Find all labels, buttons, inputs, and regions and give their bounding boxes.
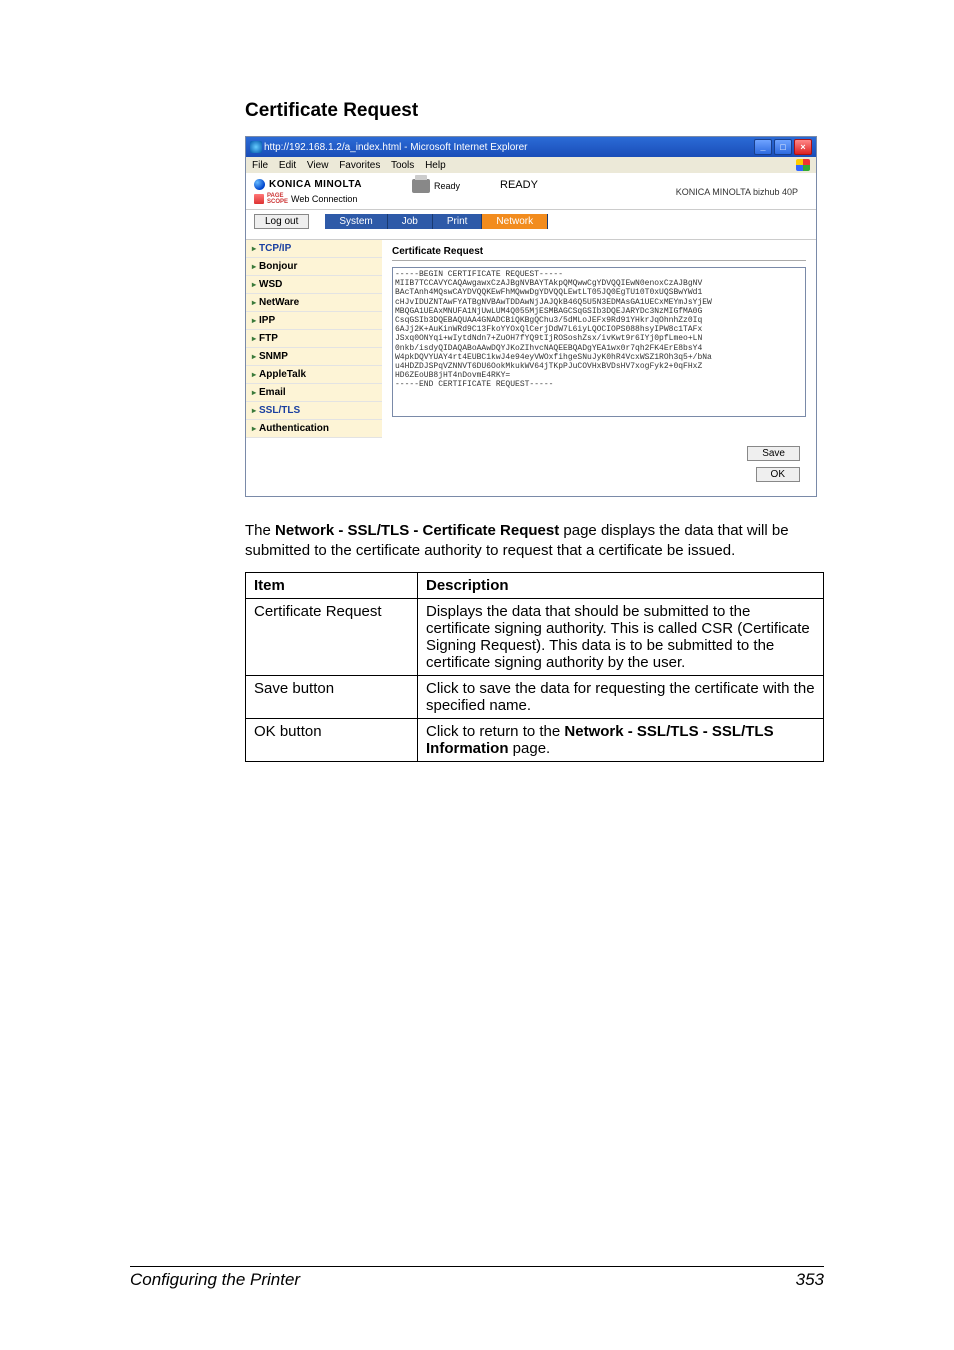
status-small: Ready [434,181,460,191]
ie-icon [250,141,262,153]
menu-tools[interactable]: Tools [391,160,414,171]
menubar: File Edit View Favorites Tools Help [246,157,816,173]
table-row: OK button Click to return to the Network… [246,718,824,761]
sidebar-item-ipp[interactable]: IPP [246,312,382,330]
description-table: Item Description Certificate Request Dis… [245,572,824,762]
status-large: READY [460,179,676,191]
pagescope-icon [254,194,264,204]
maximize-button[interactable]: □ [774,139,792,155]
table-row: Save button Click to save the data for r… [246,675,824,718]
sidebar-item-tcpip[interactable]: TCP/IP [246,240,382,258]
tab-print[interactable]: Print [433,214,483,229]
table-header-item: Item [246,572,418,598]
page-content: KONICA MINOLTA PAGESCOPE Web Connection … [246,173,816,496]
menu-help[interactable]: Help [425,160,446,171]
sidebar-item-appletalk[interactable]: AppleTalk [246,366,382,384]
description-paragraph: The Network - SSL/TLS - Certificate Requ… [245,521,824,562]
brand-logo-icon [254,179,265,190]
sidebar-item-ssltls[interactable]: SSL/TLS [246,402,382,420]
tab-system[interactable]: System [325,214,387,229]
logout-button[interactable]: Log out [254,214,309,229]
page-footer: Configuring the Printer 353 [130,1266,824,1290]
close-button[interactable]: × [794,139,812,155]
pagescope-text: Web Connection [291,194,357,204]
sidebar-item-wsd[interactable]: WSD [246,276,382,294]
panel-title: Certificate Request [392,246,806,261]
page-heading: Certificate Request [245,100,824,122]
printer-model: KONICA MINOLTA bizhub 40P [676,179,808,197]
sidebar: TCP/IP Bonjour WSD NetWare IPP FTP SNMP … [246,240,382,438]
window-title: http://192.168.1.2/a_index.html - Micros… [264,142,754,153]
menu-favorites[interactable]: Favorites [339,160,380,171]
table-row: Certificate Request Displays the data th… [246,598,824,675]
printer-icon [412,179,430,193]
tab-job[interactable]: Job [388,214,433,229]
footer-title: Configuring the Printer [130,1270,300,1290]
table-header-description: Description [418,572,824,598]
sidebar-item-netware[interactable]: NetWare [246,294,382,312]
sidebar-item-email[interactable]: Email [246,384,382,402]
ok-button[interactable]: OK [756,467,800,482]
save-button[interactable]: Save [747,446,800,461]
brand-text: KONICA MINOLTA [269,179,362,190]
tab-network[interactable]: Network [482,214,548,229]
sidebar-item-snmp[interactable]: SNMP [246,348,382,366]
sidebar-item-bonjour[interactable]: Bonjour [246,258,382,276]
menu-view[interactable]: View [307,160,329,171]
browser-window: http://192.168.1.2/a_index.html - Micros… [245,136,817,497]
window-titlebar: http://192.168.1.2/a_index.html - Micros… [246,137,816,157]
menu-file[interactable]: File [252,160,268,171]
windows-flag-icon [796,159,810,171]
csr-textarea[interactable] [392,267,806,417]
sidebar-item-ftp[interactable]: FTP [246,330,382,348]
menu-edit[interactable]: Edit [279,160,296,171]
minimize-button[interactable]: _ [754,139,772,155]
pagescope-prefix: PAGESCOPE [267,193,288,205]
sidebar-item-authentication[interactable]: Authentication [246,420,382,438]
footer-page-number: 353 [796,1270,824,1290]
